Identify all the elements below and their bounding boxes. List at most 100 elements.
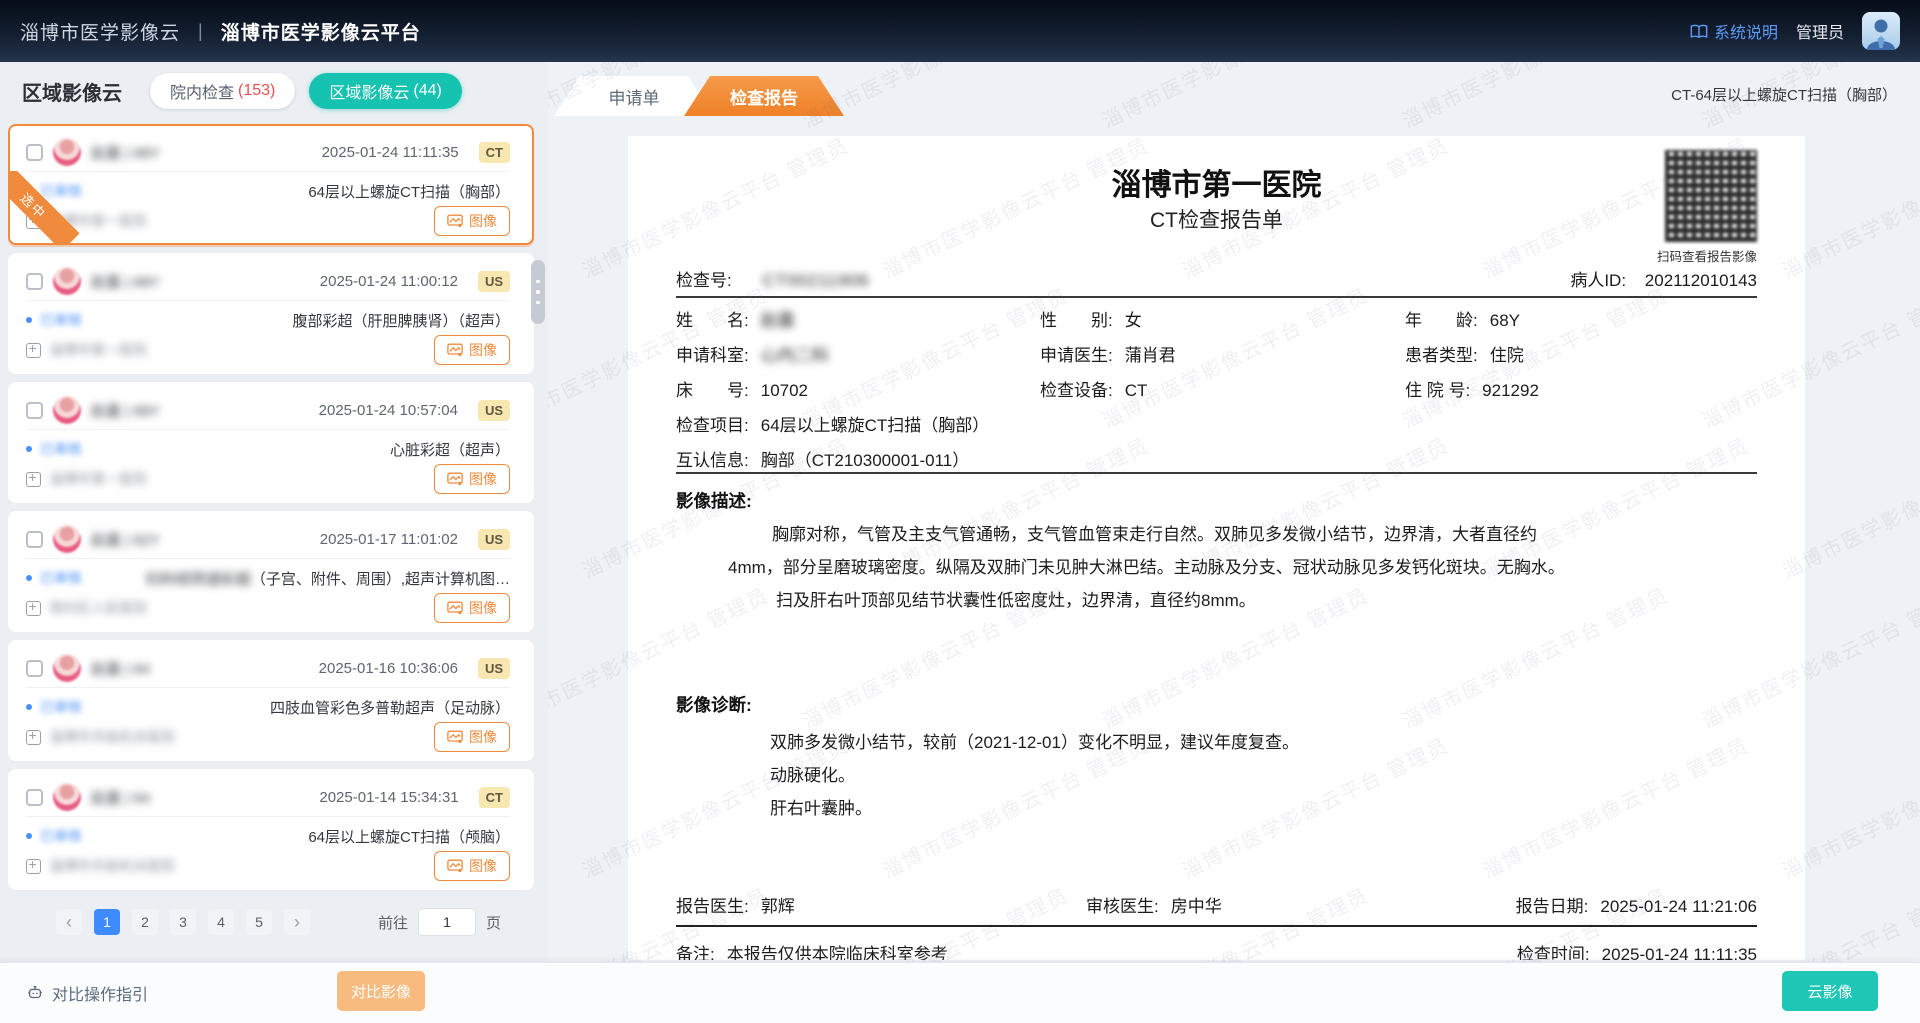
pagination-page-1[interactable]: 1 bbox=[94, 909, 120, 935]
exam-checkbox[interactable] bbox=[26, 789, 43, 806]
view-images-button[interactable]: 图像 bbox=[434, 851, 510, 881]
image-icon bbox=[447, 601, 463, 615]
exam-name: 四肢血管彩色多普勒超声（足动脉） bbox=[270, 697, 510, 718]
patient-avatar-icon bbox=[53, 138, 81, 166]
exam-checkbox[interactable] bbox=[26, 144, 43, 161]
expand-plus-icon[interactable] bbox=[26, 343, 41, 358]
user-avatar[interactable] bbox=[1862, 12, 1900, 50]
view-images-button[interactable]: 图像 bbox=[434, 335, 510, 365]
exam-time-value: 2025-01-24 11:11:35 bbox=[1602, 945, 1757, 960]
exam-status: 已审核 bbox=[40, 697, 82, 717]
desc-line: 胸廓对称，气管及主支气管通畅，支气管血管束走行自然。双肺见多发微小结节，边界清，… bbox=[728, 518, 1757, 551]
view-images-button[interactable]: 图像 bbox=[434, 593, 510, 623]
exam-time-label: 检查时间: bbox=[1517, 945, 1590, 960]
tab-regional-cloud-count: (44) bbox=[413, 82, 441, 100]
exam-date: 2025-01-24 11:11:35 bbox=[322, 144, 459, 161]
report-hospital-title: 淄博市第一医院 bbox=[676, 160, 1757, 204]
image-icon bbox=[447, 859, 463, 873]
pagination-page-3[interactable]: 3 bbox=[170, 909, 196, 935]
view-images-button[interactable]: 图像 bbox=[434, 464, 510, 494]
qr-caption: 扫码查看报告影像 bbox=[1657, 246, 1757, 265]
compare-guide-link[interactable]: 对比操作指引 bbox=[26, 981, 148, 1005]
patient-id-value: 202112010143 bbox=[1645, 271, 1757, 290]
modality-badge: US bbox=[478, 271, 510, 292]
compare-images-button[interactable]: 对比影像 bbox=[337, 971, 425, 1011]
exam-card[interactable]: 赵嘉 | 62Y 2025-01-17 11:01:02 US 已审核 妇科经阴… bbox=[8, 511, 534, 632]
image-diagnosis: 双肺多发微小结节，较前（2021-12-01）变化不明显，建议年度复查。动脉硬化… bbox=[770, 726, 1757, 825]
tab-regional-cloud[interactable]: 区域影像云 (44) bbox=[309, 73, 461, 109]
desc-line: 扫及肝右叶顶部见结节状囊性低密度灶，边界清，直径约8mm。 bbox=[728, 584, 1757, 617]
exam-date: 2025-01-24 10:57:04 bbox=[319, 402, 458, 419]
exam-card-list: 赵嘉 | 68Y 2025-01-24 11:11:35 CT 已审核 64层以… bbox=[8, 124, 534, 898]
exam-card[interactable]: 赵嘉 | 68Y 2025-01-24 10:57:04 US 已审核 心脏彩超… bbox=[8, 382, 534, 503]
sex-value: 女 bbox=[1125, 311, 1142, 330]
expand-plus-icon[interactable] bbox=[26, 601, 41, 616]
patient-avatar-icon bbox=[53, 525, 81, 553]
view-images-button[interactable]: 图像 bbox=[434, 722, 510, 752]
tab-request-form-label: 申请单 bbox=[609, 84, 660, 109]
req-doctor-label: 申请医生: bbox=[1040, 341, 1113, 366]
patient-name: 赵嘉 | 68Y bbox=[91, 400, 160, 421]
exam-no-label: 检查号: bbox=[676, 271, 732, 290]
exam-card[interactable]: 赵嘉 | 68Y 2025-01-24 11:11:35 CT 已审核 64层以… bbox=[8, 124, 534, 245]
cloud-images-button[interactable]: 云影像 bbox=[1782, 971, 1878, 1011]
pagination-next-button[interactable]: › bbox=[284, 909, 310, 935]
view-images-button[interactable]: 图像 bbox=[434, 206, 510, 236]
expand-plus-icon[interactable] bbox=[26, 472, 41, 487]
selected-ribbon: 选中 bbox=[8, 171, 82, 245]
patient-id-label: 病人ID: bbox=[1570, 271, 1626, 290]
exam-checkbox[interactable] bbox=[26, 402, 43, 419]
exam-card[interactable]: 赵嘉 | 64 2025-01-16 10:36:06 US 已审核 四肢血管彩… bbox=[8, 640, 534, 761]
exam-card[interactable]: 赵嘉 | 68Y 2025-01-24 11:00:12 US 已审核 腹部彩超… bbox=[8, 253, 534, 374]
tab-exam-report[interactable]: 检查报告 bbox=[684, 76, 844, 116]
name-value: 赵嘉 bbox=[761, 311, 795, 330]
hospital-name: 周村区人民医院 bbox=[49, 598, 147, 618]
patient-avatar-icon bbox=[53, 783, 81, 811]
image-icon bbox=[447, 214, 463, 228]
expand-plus-icon[interactable] bbox=[26, 859, 41, 874]
exam-no-value: CT00211906 bbox=[762, 271, 869, 290]
exam-checkbox[interactable] bbox=[26, 660, 43, 677]
expand-plus-icon[interactable] bbox=[26, 730, 41, 745]
exam-name: 64层以上螺旋CT扫描（颅脑） bbox=[308, 826, 510, 847]
system-help-link[interactable]: 系统说明 bbox=[1690, 19, 1778, 43]
bed-label: 床 号: bbox=[676, 376, 749, 401]
patient-name: 赵嘉 | 68Y bbox=[91, 271, 160, 292]
status-dot-icon bbox=[26, 575, 32, 581]
inpatient-no-label: 住 院 号: bbox=[1405, 376, 1470, 401]
exam-checkbox[interactable] bbox=[26, 531, 43, 548]
tab-regional-cloud-label: 区域影像云 bbox=[329, 79, 409, 103]
modality-badge: US bbox=[478, 658, 510, 679]
view-images-label: 图像 bbox=[469, 727, 497, 747]
hospital-name: 淄博市市级机关医院 bbox=[49, 727, 175, 747]
modality-badge: CT bbox=[479, 787, 510, 808]
pagination-page-2[interactable]: 2 bbox=[132, 909, 158, 935]
status-dot-icon bbox=[26, 446, 32, 452]
pagination-prev-button[interactable]: ‹ bbox=[56, 909, 82, 935]
view-images-label: 图像 bbox=[469, 469, 497, 489]
brand-divider: | bbox=[198, 21, 203, 42]
review-doctor-value: 房中华 bbox=[1171, 897, 1222, 916]
report-sheet: 淄博市第一医院 CT检查报告单 扫码查看报告影像 检查号: CT00211906… bbox=[628, 136, 1805, 960]
bed-value: 10702 bbox=[761, 381, 808, 400]
patient-avatar-icon bbox=[53, 267, 81, 295]
goto-page-input[interactable] bbox=[418, 908, 476, 936]
tab-hospital-exams[interactable]: 院内检查 (153) bbox=[150, 73, 295, 109]
hospital-name: 淄博市第一医院 bbox=[49, 469, 147, 489]
review-doctor-label: 审核医生: bbox=[1086, 897, 1159, 916]
view-images-label: 图像 bbox=[469, 598, 497, 618]
exam-name: 妇科经阴道彩超（子宫、附件、周围）,超声计算机图… bbox=[146, 568, 510, 589]
note-value: 本报告仅供本院临床科室参考 bbox=[727, 945, 948, 960]
exam-card[interactable]: 赵嘉 | 64 2025-01-14 15:34:31 CT 已审核 64层以上… bbox=[8, 769, 534, 890]
report-date-value: 2025-01-24 11:21:06 bbox=[1600, 897, 1757, 916]
sex-label: 性 别: bbox=[1040, 306, 1113, 331]
patient-name: 赵嘉 | 64 bbox=[91, 658, 150, 679]
modality-badge: US bbox=[478, 400, 510, 421]
tab-hospital-exams-count: (153) bbox=[238, 82, 275, 100]
device-value: CT bbox=[1125, 381, 1148, 400]
pagination-page-4[interactable]: 4 bbox=[208, 909, 234, 935]
exam-checkbox[interactable] bbox=[26, 273, 43, 290]
exam-status: 已审核 bbox=[40, 310, 82, 330]
sidebar-collapse-handle[interactable] bbox=[531, 260, 545, 324]
pagination-page-5[interactable]: 5 bbox=[246, 909, 272, 935]
